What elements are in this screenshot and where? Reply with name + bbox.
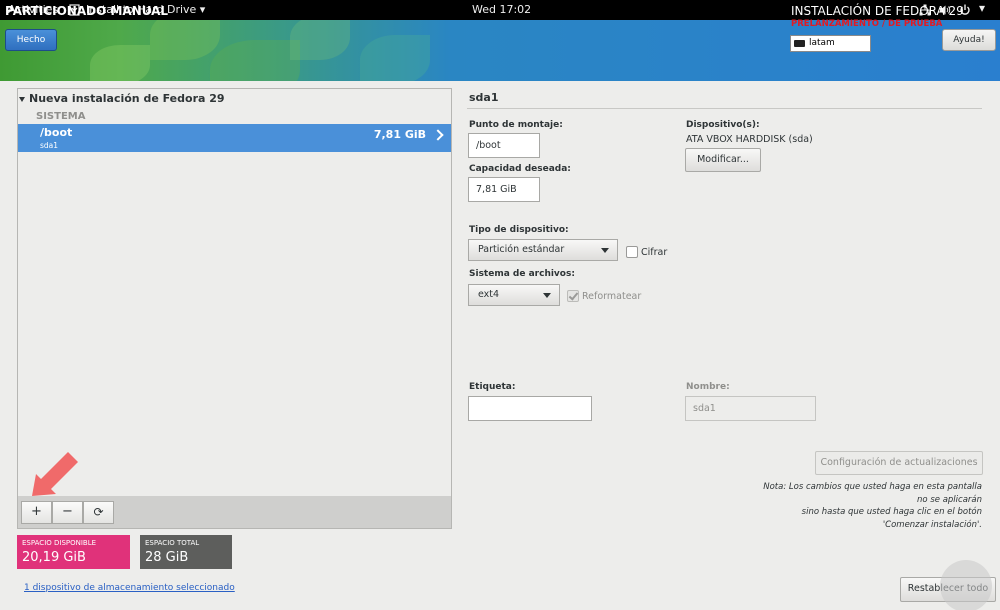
keyboard-icon xyxy=(794,40,805,47)
filesystem-dropdown[interactable]: ext4 xyxy=(468,284,560,306)
prerelease-warning: PRELANZAMIENTO / DE PRUEBA xyxy=(791,19,943,29)
add-partition-button[interactable]: + xyxy=(21,501,52,524)
done-button[interactable]: Hecho xyxy=(5,29,57,51)
device-type-label: Tipo de dispositivo: xyxy=(469,225,569,235)
chevron-right-icon xyxy=(432,129,444,141)
group-label-sistema: SISTEMA xyxy=(36,111,86,122)
total-space-value: 28 GiB xyxy=(145,550,189,565)
update-settings-button[interactable]: Configuración de actualizaciones xyxy=(815,451,983,475)
devices-value: ATA VBOX HARDDISK (sda) xyxy=(686,134,813,145)
partition-size: 7,81 GiB xyxy=(373,128,426,141)
installation-label: Nueva instalación de Fedora 29 xyxy=(29,92,225,105)
installation-expander[interactable]: Nueva instalación de Fedora 29 xyxy=(19,92,225,105)
system-menu-chevron-icon[interactable]: ▾ xyxy=(979,1,985,15)
available-space-value: 20,19 GiB xyxy=(22,550,86,565)
note-line: sino hasta que usted haga clic en el bot… xyxy=(801,507,982,517)
annotation-arrow-icon xyxy=(32,452,78,496)
available-space-box: ESPACIO DISPONIBLE 20,19 GiB xyxy=(17,535,130,569)
install-title: INSTALACIÓN DE FEDORA 29 xyxy=(791,4,964,18)
total-space-label: ESPACIO TOTAL xyxy=(145,539,200,547)
keyboard-layout-indicator[interactable]: latam xyxy=(790,35,871,52)
partition-toolbar: + − ⟳ xyxy=(18,496,451,528)
name-input[interactable]: sda1 xyxy=(685,396,816,421)
selected-devices-link[interactable]: 1 dispositivo de almacenamiento seleccio… xyxy=(24,583,235,593)
dropdown-arrow-icon xyxy=(601,248,609,253)
name-label: Nombre: xyxy=(686,382,730,392)
device-type-dropdown[interactable]: Partición estándar xyxy=(468,239,618,261)
header-leaf xyxy=(360,35,430,81)
keyboard-layout-label: latam xyxy=(809,38,835,48)
filesystem-label: Sistema de archivos: xyxy=(469,269,575,279)
header-leaf xyxy=(290,20,350,60)
help-button[interactable]: Ayuda! xyxy=(942,29,996,51)
mount-point-input[interactable]: /boot xyxy=(468,133,540,158)
tag-input[interactable] xyxy=(468,396,592,421)
tag-label: Etiqueta: xyxy=(469,382,516,392)
header-leaf xyxy=(210,40,300,81)
encrypt-label[interactable]: Cifrar xyxy=(641,247,667,258)
partition-mount-point: /boot xyxy=(40,126,73,139)
divider xyxy=(467,108,982,109)
header-leaf xyxy=(150,20,220,60)
note-line: no se aplicarán xyxy=(917,494,982,505)
partition-device: sda1 xyxy=(40,141,59,150)
selected-partition-title: sda1 xyxy=(469,91,499,104)
clock[interactable]: Wed 17:02 xyxy=(472,3,531,16)
reformat-checkbox[interactable] xyxy=(567,290,579,302)
reformat-label[interactable]: Reformatear xyxy=(582,291,641,302)
partition-row-boot[interactable]: /boot sda1 7,81 GiB xyxy=(18,124,451,152)
encrypt-checkbox[interactable] xyxy=(626,246,638,258)
note-line: Nota: Los cambios que usted haga en esta… xyxy=(763,482,982,492)
note-line: 'Comenzar instalación'. xyxy=(882,519,982,530)
available-space-label: ESPACIO DISPONIBLE xyxy=(22,539,97,547)
mount-point-label: Punto de montaje: xyxy=(469,120,563,130)
dropdown-arrow-icon xyxy=(543,293,551,298)
modify-button[interactable]: Modificar... xyxy=(685,148,761,172)
devices-label: Dispositivo(s): xyxy=(686,120,760,130)
header-leaf xyxy=(90,45,150,81)
device-type-value: Partición estándar xyxy=(478,244,565,255)
changes-note: Nota: Los cambios que usted haga en esta… xyxy=(700,481,982,531)
remove-partition-button[interactable]: − xyxy=(52,501,83,524)
expander-triangle-icon xyxy=(19,96,25,102)
partition-list-panel xyxy=(17,88,452,529)
capacity-input[interactable]: 7,81 GiB xyxy=(468,177,540,202)
watermark-logo xyxy=(940,560,992,610)
capacity-label: Capacidad deseada: xyxy=(469,164,571,174)
filesystem-value: ext4 xyxy=(478,289,500,300)
refresh-button[interactable]: ⟳ xyxy=(83,501,114,524)
page-title: PARTICIONADO MANUAL xyxy=(5,4,169,18)
total-space-box: ESPACIO TOTAL 28 GiB xyxy=(140,535,232,569)
